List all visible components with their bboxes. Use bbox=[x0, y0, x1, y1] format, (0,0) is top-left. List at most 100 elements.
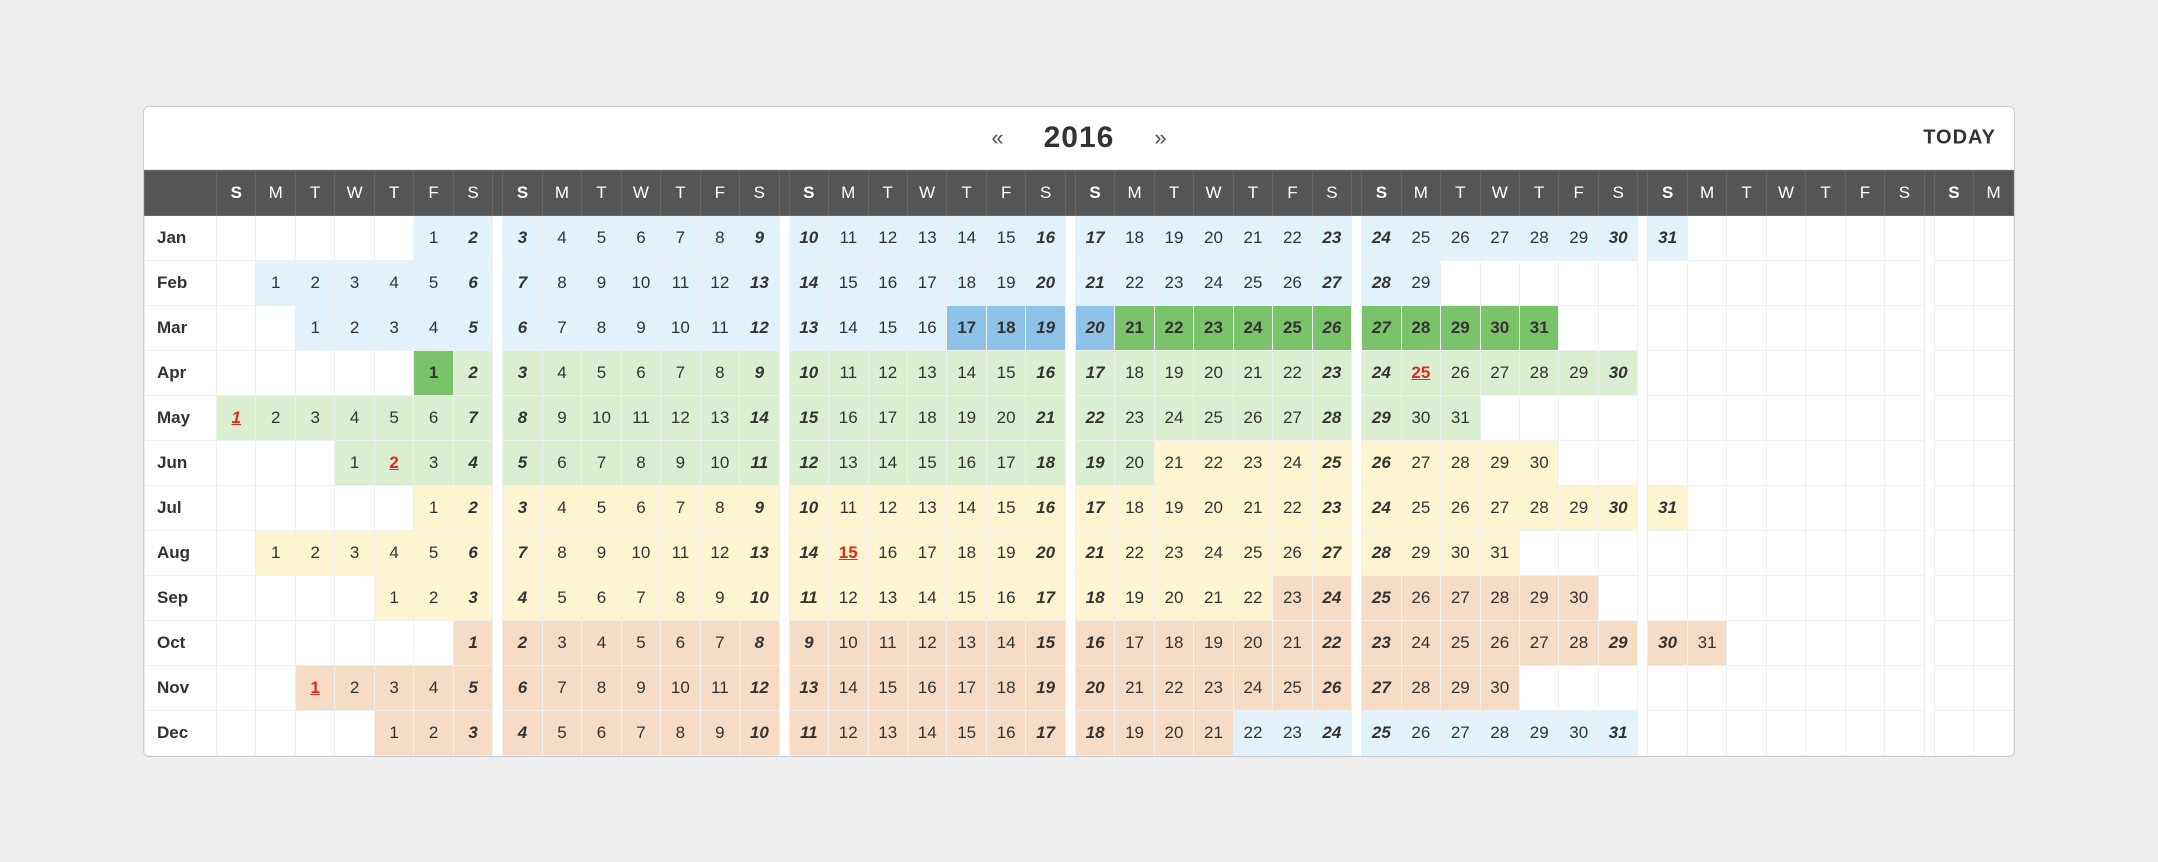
day-number[interactable]: 5 bbox=[389, 408, 398, 427]
day-number[interactable]: 31 bbox=[1530, 318, 1549, 337]
day-cell[interactable]: 7 bbox=[621, 710, 660, 755]
day-number[interactable]: 21 bbox=[1283, 633, 1302, 652]
day-cell[interactable]: 18 bbox=[947, 260, 986, 305]
day-cell[interactable]: 15 bbox=[986, 350, 1025, 395]
day-cell[interactable]: 6 bbox=[414, 395, 453, 440]
day-number[interactable]: 26 bbox=[1451, 363, 1470, 382]
day-number[interactable]: 10 bbox=[631, 273, 650, 292]
day-cell[interactable]: 8 bbox=[740, 620, 779, 665]
day-cell[interactable]: 3 bbox=[503, 485, 542, 530]
day-number[interactable]: 11 bbox=[839, 498, 857, 517]
day-cell[interactable]: 19 bbox=[1075, 440, 1114, 485]
day-number[interactable]: 20 bbox=[1165, 723, 1184, 742]
day-cell[interactable]: 18 bbox=[1154, 620, 1193, 665]
day-number[interactable]: 31 bbox=[1490, 543, 1509, 562]
day-cell[interactable]: 3 bbox=[542, 620, 581, 665]
day-number[interactable]: 6 bbox=[557, 453, 566, 472]
day-number[interactable]: 30 bbox=[1569, 588, 1588, 607]
day-cell[interactable]: 6 bbox=[453, 530, 492, 575]
day-number[interactable]: 20 bbox=[1125, 453, 1144, 472]
day-cell[interactable]: 21 bbox=[1115, 665, 1154, 710]
day-cell[interactable]: 14 bbox=[829, 305, 868, 350]
day-cell[interactable]: 16 bbox=[868, 530, 907, 575]
day-number[interactable]: 15 bbox=[918, 453, 937, 472]
day-number[interactable]: 2 bbox=[310, 543, 319, 562]
day-cell[interactable]: 7 bbox=[503, 530, 542, 575]
day-number[interactable]: 11 bbox=[800, 588, 818, 607]
day-cell[interactable]: 31 bbox=[1520, 305, 1559, 350]
day-number[interactable]: 24 bbox=[1165, 408, 1184, 427]
day-number[interactable]: 29 bbox=[1609, 633, 1628, 652]
day-cell[interactable]: 18 bbox=[1075, 575, 1114, 620]
day-cell[interactable]: 14 bbox=[829, 665, 868, 710]
day-number[interactable]: 27 bbox=[1322, 273, 1341, 292]
day-cell[interactable]: 14 bbox=[907, 710, 946, 755]
day-number[interactable]: 24 bbox=[1243, 678, 1262, 697]
day-number[interactable]: 16 bbox=[878, 543, 897, 562]
day-cell[interactable]: 16 bbox=[907, 665, 946, 710]
day-number[interactable]: 19 bbox=[1165, 363, 1184, 382]
day-number[interactable]: 5 bbox=[597, 498, 606, 517]
day-cell[interactable]: 8 bbox=[582, 665, 621, 710]
day-number[interactable]: 17 bbox=[1036, 723, 1055, 742]
day-number[interactable]: 7 bbox=[676, 228, 685, 247]
day-cell[interactable]: 11 bbox=[789, 575, 828, 620]
day-number[interactable]: 12 bbox=[710, 543, 729, 562]
day-cell[interactable]: 12 bbox=[661, 395, 700, 440]
day-cell[interactable]: 24 bbox=[1233, 665, 1272, 710]
day-number[interactable]: 22 bbox=[1165, 678, 1184, 697]
day-number[interactable]: 26 bbox=[1283, 273, 1302, 292]
day-number[interactable]: 27 bbox=[1490, 498, 1509, 517]
day-number[interactable]: 1 bbox=[429, 363, 438, 382]
day-number[interactable]: 16 bbox=[1036, 498, 1055, 517]
day-number[interactable]: 23 bbox=[1125, 408, 1144, 427]
day-number[interactable]: 6 bbox=[597, 588, 606, 607]
day-cell[interactable]: 30 bbox=[1520, 440, 1559, 485]
day-number[interactable]: 10 bbox=[750, 588, 769, 607]
day-cell[interactable]: 29 bbox=[1520, 710, 1559, 755]
day-number[interactable]: 9 bbox=[597, 543, 606, 562]
day-cell[interactable]: 28 bbox=[1401, 305, 1440, 350]
day-number[interactable]: 10 bbox=[592, 408, 611, 427]
day-number[interactable]: 19 bbox=[957, 408, 976, 427]
day-cell[interactable]: 31 bbox=[1441, 395, 1480, 440]
day-number[interactable]: 15 bbox=[1036, 633, 1055, 652]
day-cell[interactable]: 26 bbox=[1401, 710, 1440, 755]
day-cell[interactable]: 19 bbox=[1026, 305, 1065, 350]
day-cell[interactable]: 11 bbox=[829, 485, 868, 530]
day-number[interactable]: 17 bbox=[1086, 498, 1105, 517]
day-cell[interactable]: 20 bbox=[986, 395, 1025, 440]
day-cell[interactable]: 12 bbox=[700, 530, 739, 575]
day-number[interactable]: 25 bbox=[1283, 318, 1302, 337]
day-cell[interactable]: 7 bbox=[453, 395, 492, 440]
day-cell[interactable]: 12 bbox=[740, 305, 779, 350]
day-cell[interactable]: 5 bbox=[453, 665, 492, 710]
day-cell[interactable]: 11 bbox=[661, 260, 700, 305]
day-number[interactable]: 24 bbox=[1204, 543, 1223, 562]
day-cell[interactable]: 13 bbox=[907, 350, 946, 395]
day-cell[interactable]: 14 bbox=[789, 260, 828, 305]
day-number[interactable]: 2 bbox=[468, 228, 477, 247]
day-number[interactable]: 21 bbox=[1243, 228, 1262, 247]
day-cell[interactable]: 29 bbox=[1520, 575, 1559, 620]
day-cell[interactable]: 5 bbox=[582, 350, 621, 395]
day-cell[interactable]: 5 bbox=[542, 710, 581, 755]
day-number[interactable]: 3 bbox=[310, 408, 319, 427]
day-cell[interactable]: 9 bbox=[740, 215, 779, 260]
day-cell[interactable]: 17 bbox=[1115, 620, 1154, 665]
day-number[interactable]: 27 bbox=[1372, 318, 1391, 337]
day-cell[interactable]: 13 bbox=[700, 395, 739, 440]
day-number[interactable]: 16 bbox=[957, 453, 976, 472]
day-cell[interactable]: 16 bbox=[1075, 620, 1114, 665]
day-number[interactable]: 17 bbox=[997, 453, 1016, 472]
day-number[interactable]: 1 bbox=[271, 543, 280, 562]
day-number[interactable]: 31 bbox=[1698, 633, 1717, 652]
day-number[interactable]: 6 bbox=[636, 363, 645, 382]
day-cell[interactable]: 3 bbox=[335, 530, 374, 575]
day-cell[interactable]: 11 bbox=[740, 440, 779, 485]
day-cell[interactable]: 25 bbox=[1441, 620, 1480, 665]
day-number[interactable]: 29 bbox=[1569, 228, 1588, 247]
day-cell[interactable]: 25 bbox=[1401, 215, 1440, 260]
day-number[interactable]: 1 bbox=[389, 723, 398, 742]
day-number[interactable]: 15 bbox=[997, 363, 1016, 382]
